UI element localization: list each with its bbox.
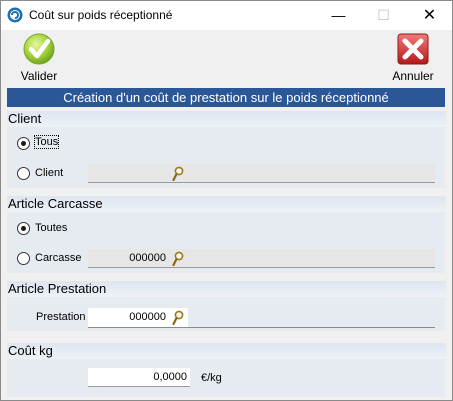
carcasse-search-icon[interactable] — [172, 251, 184, 267]
close-button[interactable]: ✕ — [407, 1, 452, 30]
carcasse-heading: Article Carcasse — [7, 196, 446, 212]
cout-kg-value: 0,0000 — [153, 371, 187, 383]
prestation-heading: Article Prestation — [7, 281, 446, 297]
valider-button[interactable]: Valider — [17, 33, 61, 83]
checkmark-icon — [23, 33, 55, 65]
prestation-field-value: 000000 — [129, 311, 166, 323]
carcasse-all-label[interactable]: Toutes — [35, 222, 67, 234]
prestation-field-underline — [88, 327, 435, 328]
form-banner: Création d'un coût de prestation sur le … — [7, 88, 445, 107]
title-bar: Coût sur poids réceptionné — ☐ ✕ — [1, 1, 452, 30]
carcasse-one-label[interactable]: Carcasse — [35, 252, 81, 264]
cout-heading: Coût kg — [7, 343, 446, 359]
client-section: Client Tous Client — [7, 111, 446, 188]
prestation-label: Prestation — [36, 311, 86, 323]
client-field[interactable] — [88, 164, 435, 183]
client-all-label[interactable]: Tous — [33, 135, 60, 149]
prestation-section: Article Prestation Prestation 000000 — [7, 281, 446, 331]
prestation-search-icon[interactable] — [172, 310, 184, 326]
maximize-button[interactable]: ☐ — [361, 1, 406, 30]
app-icon — [7, 7, 23, 23]
cout-section: Coût kg 0,0000 €/kg — [7, 343, 446, 397]
dialog-body: Valider Annuler Création d'un coût de pr… — [1, 30, 452, 400]
carcasse-section: Article Carcasse Toutes Carcasse 000000 — [7, 196, 446, 273]
dialog-window: Coût sur poids réceptionné — ☐ ✕ Valider — [0, 0, 453, 401]
annuler-label: Annuler — [392, 69, 434, 83]
client-search-icon[interactable] — [172, 166, 184, 182]
minimize-button[interactable]: — — [316, 1, 361, 30]
carcasse-field[interactable]: 000000 — [88, 249, 435, 268]
cout-kg-input[interactable]: 0,0000 — [88, 368, 190, 387]
annuler-button[interactable]: Annuler — [389, 33, 437, 83]
carcasse-one-radio[interactable] — [17, 252, 30, 265]
carcasse-all-radio[interactable] — [17, 222, 30, 235]
client-one-radio[interactable] — [17, 167, 30, 180]
cout-unit: €/kg — [201, 372, 222, 384]
window-title: Coût sur poids réceptionné — [29, 8, 173, 22]
client-heading: Client — [7, 111, 446, 127]
client-one-label[interactable]: Client — [35, 167, 63, 179]
cancel-x-icon — [397, 33, 429, 65]
client-all-radio[interactable] — [17, 137, 30, 150]
carcasse-field-value: 000000 — [129, 252, 166, 264]
valider-label: Valider — [20, 69, 58, 83]
